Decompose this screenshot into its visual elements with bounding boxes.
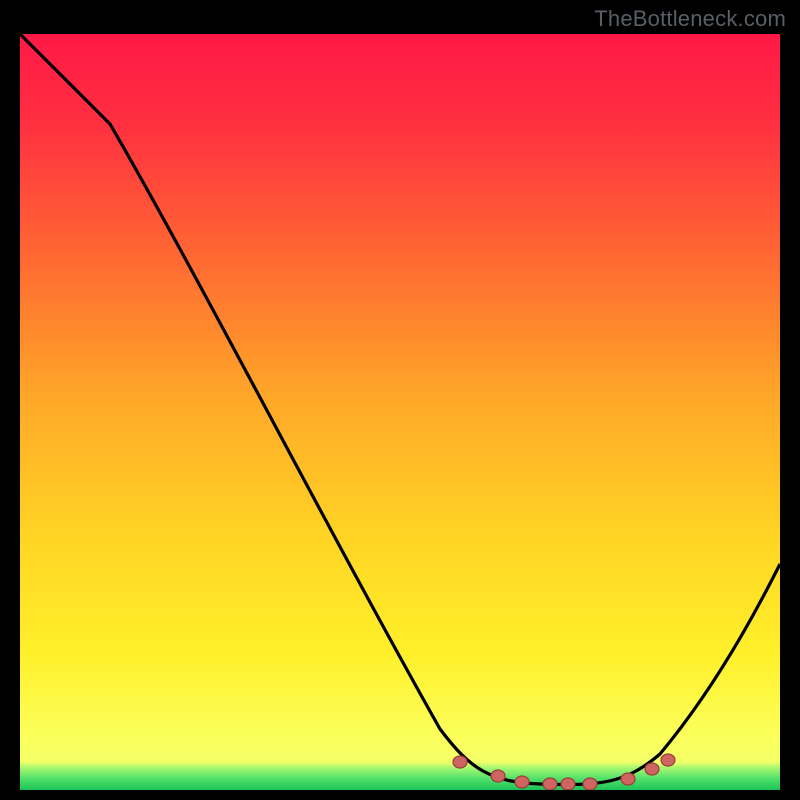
marker-dot — [661, 754, 675, 766]
watermark-text: TheBottleneck.com — [594, 6, 786, 32]
marker-dot — [621, 773, 635, 785]
bottleneck-curve — [20, 34, 780, 790]
marker-dot — [561, 778, 575, 790]
marker-dot — [543, 778, 557, 790]
marker-dot — [515, 776, 529, 788]
marker-dot — [645, 763, 659, 775]
marker-dot — [583, 778, 597, 790]
curve-path — [20, 34, 780, 785]
plot-area — [20, 34, 780, 790]
marker-dot — [453, 756, 467, 768]
marker-dot — [491, 770, 505, 782]
